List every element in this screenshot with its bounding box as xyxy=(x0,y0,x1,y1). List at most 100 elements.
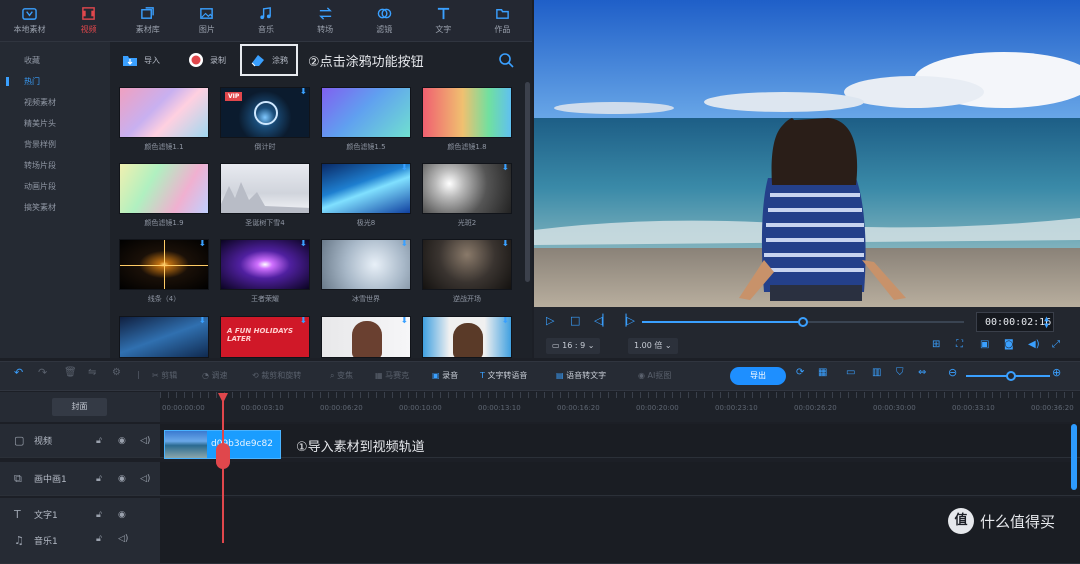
subtitle-icon[interactable]: ▭ xyxy=(846,367,855,378)
download-icon[interactable]: ⬇ xyxy=(299,88,307,97)
delete-icon[interactable]: 🗑 xyxy=(64,367,77,378)
template-card[interactable]: ⬇ 极光8 xyxy=(321,163,411,228)
lock-icon[interactable]: 🔓︎ xyxy=(96,474,102,484)
eye-icon[interactable]: ◉ xyxy=(118,436,126,446)
stt-button[interactable]: ▤ 语音转文字 xyxy=(556,370,606,381)
aspect-ratio-dropdown[interactable]: ▭ 16 : 9 ⌄ xyxy=(546,338,601,354)
next-frame-icon[interactable]: ▕▷ xyxy=(618,314,635,327)
template-card[interactable]: ⬇ xyxy=(321,316,411,358)
download-icon[interactable]: ⬇ xyxy=(400,240,408,249)
nav-local-media[interactable]: 本地素材 xyxy=(0,0,59,41)
volume-icon[interactable]: ◀) xyxy=(1028,339,1040,350)
template-card[interactable]: 圣诞树下雪4 xyxy=(220,163,310,228)
preview-progress-knob[interactable] xyxy=(798,317,808,327)
play-icon[interactable]: ▷ xyxy=(546,314,554,327)
zoom-in-icon[interactable]: ⊕ xyxy=(1052,366,1061,379)
template-card[interactable]: ⬇ 光斑2 xyxy=(422,163,512,228)
download-icon[interactable]: ⬇ xyxy=(501,240,509,249)
download-icon[interactable]: ⬇ xyxy=(299,240,307,249)
template-card[interactable]: 颜色滤镜1.1 xyxy=(119,87,209,152)
library-scrollbar[interactable] xyxy=(525,82,530,282)
fullscreen-icon[interactable]: ⤢ xyxy=(1052,339,1060,350)
settings-icon[interactable]: ⚙ xyxy=(112,367,121,378)
volume-icon[interactable]: ◁) xyxy=(140,436,150,446)
category-item[interactable]: 动画片段 xyxy=(0,176,110,197)
eye-icon[interactable]: ◉ xyxy=(118,510,126,520)
download-icon[interactable]: ⬇ xyxy=(400,317,408,326)
nav-works[interactable]: 作品 xyxy=(473,0,532,41)
track-body[interactable] xyxy=(160,498,1080,531)
shield-icon[interactable]: ⛉ xyxy=(896,367,904,378)
search-icon[interactable] xyxy=(498,52,514,68)
speed-button[interactable]: ◔ 调速 xyxy=(202,370,228,381)
download-icon[interactable]: ⬇ xyxy=(400,164,408,173)
download-icon[interactable]: ⬇ xyxy=(501,164,509,173)
preview-progress-track[interactable] xyxy=(642,317,964,327)
template-card[interactable]: 颜色滤镜1.5 xyxy=(321,87,411,152)
export-button[interactable]: 导出 xyxy=(730,367,786,385)
category-item[interactable]: 背景样例 xyxy=(0,134,110,155)
timecode-display[interactable]: 00:00:02:16 ▲ ▼ xyxy=(976,312,1054,332)
template-card[interactable]: ⬇ xyxy=(422,316,512,358)
record-audio-button[interactable]: ▣ 录音 xyxy=(432,370,458,381)
timeline-ruler[interactable]: 00:00:00:00 00:00:03:10 00:00:06:20 00:0… xyxy=(160,392,1080,422)
crop-icon[interactable]: ⛶ xyxy=(956,339,963,350)
track-body[interactable] xyxy=(160,462,1080,495)
tts-button[interactable]: T 文字转语音 xyxy=(480,370,527,381)
track-body[interactable] xyxy=(160,530,1080,563)
timeline-scrollbar[interactable] xyxy=(1071,424,1077,490)
volume-icon[interactable]: ◁) xyxy=(140,474,150,484)
zoom-slider-knob[interactable] xyxy=(1006,371,1016,381)
template-card[interactable]: 颜色滤镜1.9 xyxy=(119,163,209,228)
zoom-out-icon[interactable]: ⊖ xyxy=(948,366,957,379)
nav-transition[interactable]: 转场 xyxy=(296,0,355,41)
nav-video[interactable]: 视频 xyxy=(59,0,118,41)
nav-music[interactable]: 音乐 xyxy=(236,0,295,41)
category-item[interactable]: 收藏 xyxy=(0,50,110,71)
zoom-button[interactable]: ⌕ 变焦 xyxy=(330,370,353,381)
template-card[interactable]: 颜色滤镜1.8 xyxy=(422,87,512,152)
lock-icon[interactable]: 🔓︎ xyxy=(96,510,102,520)
lock-icon[interactable]: 🔓︎ xyxy=(96,436,102,446)
refresh-icon[interactable]: ⟳ xyxy=(796,367,804,378)
download-icon[interactable]: ⬇ xyxy=(501,317,509,326)
download-icon[interactable]: ⬇ xyxy=(299,317,307,326)
ai-cutout-button[interactable]: ◉ AI抠图 xyxy=(638,370,671,381)
import-button[interactable]: 导入 xyxy=(122,54,160,66)
template-card[interactable]: ⬇ 冰雪世界 xyxy=(321,239,411,304)
camera-icon[interactable]: ◙ xyxy=(1004,339,1014,350)
grid-icon[interactable]: ▦ xyxy=(818,367,827,378)
spinner-icon[interactable]: ▲ ▼ xyxy=(1044,315,1049,330)
cut-button[interactable]: ✂ 剪辑 xyxy=(152,370,177,381)
category-item[interactable]: 精美片头 xyxy=(0,113,110,134)
mosaic-button[interactable]: ▦ 马赛克 xyxy=(375,370,409,381)
playhead-line[interactable] xyxy=(222,395,224,543)
doodle-button[interactable]: 涂鸦 xyxy=(240,44,298,76)
cover-button[interactable]: 封面 xyxy=(52,398,107,416)
template-card[interactable]: ⬇ xyxy=(119,316,209,358)
category-item[interactable]: 视频素材 xyxy=(0,92,110,113)
crop-rotate-button[interactable]: ⟲ 裁剪和旋转 xyxy=(252,370,301,381)
add-icon[interactable]: ⊞ xyxy=(932,339,940,350)
template-card[interactable]: VIP ⬇ 倒计时 xyxy=(220,87,310,152)
download-icon[interactable]: ⬇ xyxy=(198,240,206,249)
fit-icon[interactable]: ⇔ xyxy=(918,367,926,378)
redo-icon[interactable]: ↷ xyxy=(38,366,47,379)
nav-image[interactable]: 图片 xyxy=(177,0,236,41)
record-button[interactable]: 录制 xyxy=(188,52,226,68)
template-card[interactable]: ⬇ 王者荣耀 xyxy=(220,239,310,304)
display-icon[interactable]: ▣ xyxy=(980,339,989,350)
playhead-handle[interactable] xyxy=(216,443,230,469)
prev-frame-icon[interactable]: ◁▏ xyxy=(594,314,611,327)
speed-dropdown[interactable]: 1.00 倍 ⌄ xyxy=(628,338,678,354)
eye-icon[interactable]: ◉ xyxy=(118,474,126,484)
download-icon[interactable]: ⬇ xyxy=(198,317,206,326)
template-card[interactable]: ⬇ A FUN HOLIDAYS LATER xyxy=(220,316,310,358)
nav-text[interactable]: 文字 xyxy=(414,0,473,41)
stop-icon[interactable]: □ xyxy=(570,314,580,327)
category-item[interactable]: 转场片段 xyxy=(0,155,110,176)
split-icon[interactable]: ⇋ xyxy=(88,367,96,378)
template-card[interactable]: ⬇ 逆战开场 xyxy=(422,239,512,304)
undo-icon[interactable]: ↶ xyxy=(14,366,23,379)
nav-library[interactable]: 素材库 xyxy=(118,0,177,41)
